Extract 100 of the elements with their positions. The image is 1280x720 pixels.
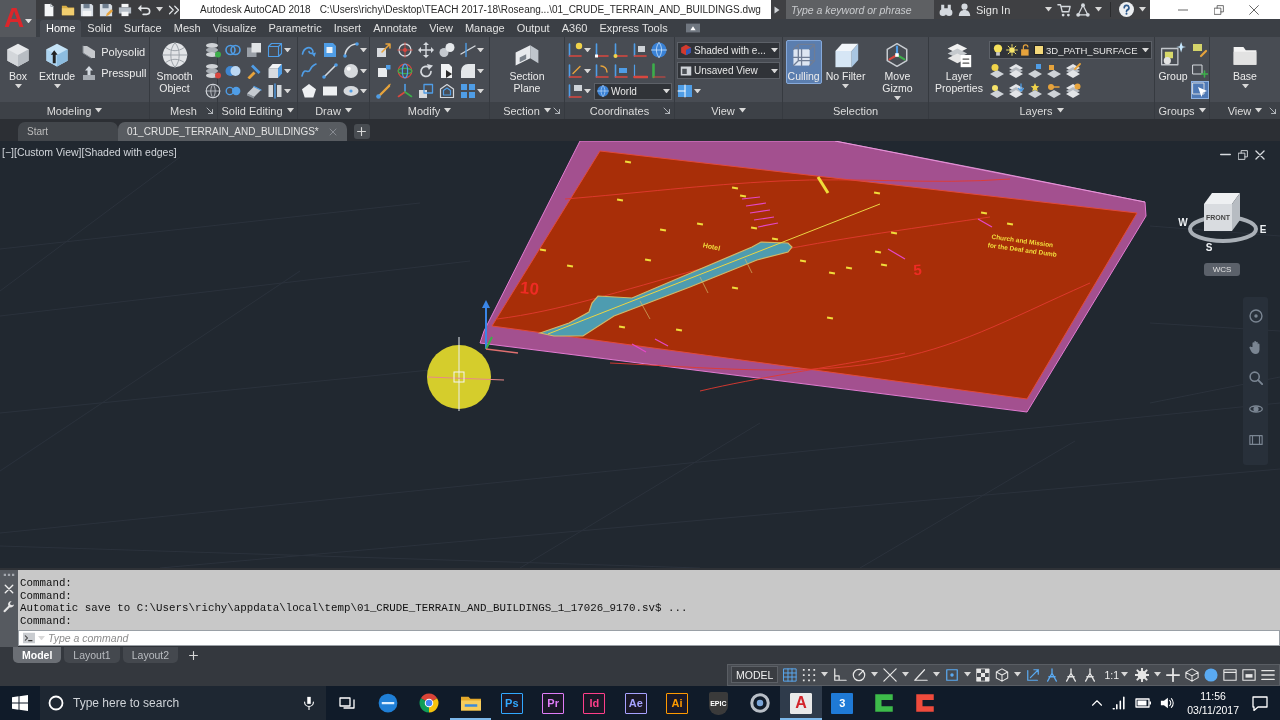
square-corner-icon[interactable] [375, 62, 392, 79]
caret-icon[interactable] [933, 672, 941, 677]
cube-outline-icon[interactable] [995, 667, 1010, 682]
taskbar-app-button[interactable]: Id [573, 686, 616, 720]
rotation-rings-icon[interactable] [396, 62, 413, 79]
visual-style-menu[interactable]: [Shaded with edges] [81, 146, 177, 158]
arc-icon[interactable] [342, 42, 359, 59]
floppy-pen-icon[interactable] [99, 2, 113, 17]
caret-icon[interactable] [584, 89, 591, 94]
right-angle-icon[interactable] [833, 667, 848, 682]
move-icon[interactable] [417, 42, 434, 59]
chevron-up-icon[interactable] [1091, 697, 1104, 709]
overlapping-squares-icon[interactable] [245, 42, 262, 59]
caret-icon[interactable] [283, 68, 291, 73]
scale-squares-icon[interactable] [417, 83, 434, 100]
diagonal-arrow-icon[interactable] [663, 106, 671, 115]
caret-icon[interactable] [359, 68, 367, 73]
caret-icon[interactable] [1014, 672, 1022, 677]
view-controls-menu[interactable]: [Custom View] [13, 146, 82, 158]
taskbar-app-button[interactable]: Pr [532, 686, 574, 720]
triangle-icon[interactable] [773, 5, 781, 14]
model-space-button[interactable]: MODEL [731, 666, 779, 683]
panel-title[interactable]: Modify [370, 102, 489, 119]
triangle-nodes-icon[interactable] [1076, 2, 1091, 17]
viewports-icon[interactable] [677, 83, 693, 100]
dropdown[interactable]: Unsaved View [677, 62, 780, 80]
checkerboard-icon[interactable] [976, 667, 991, 682]
axes-view-icon[interactable] [567, 83, 583, 100]
layer-square-icon[interactable] [1027, 62, 1043, 79]
taskbar-app-button[interactable]: Ae [615, 686, 657, 720]
crosshair-circle-icon[interactable] [396, 42, 413, 59]
ribbon-tab[interactable]: Surface [117, 20, 168, 37]
binoculars-icon[interactable] [939, 2, 953, 17]
plus-icon[interactable] [189, 650, 199, 660]
film-strip-icon[interactable] [1248, 433, 1263, 447]
ribbon-button[interactable]: Extrude [37, 40, 78, 91]
ribbon-button[interactable]: Smooth Object [146, 40, 203, 96]
layer-dropdown[interactable]: 3D_PATH_SURFACE [989, 41, 1152, 60]
caret-icon[interactable] [902, 672, 910, 677]
caret-icon[interactable] [871, 672, 879, 677]
axes-bulb-icon[interactable] [567, 42, 583, 59]
circle-icon[interactable] [342, 62, 359, 79]
prompt-icon[interactable] [23, 632, 35, 644]
box-face-icon[interactable] [266, 62, 283, 79]
house-outline-icon[interactable] [438, 83, 455, 100]
ribbon-button[interactable]: Box [3, 40, 33, 91]
taskbar-search-input[interactable]: Type here to search [73, 694, 293, 712]
caret-icon[interactable] [584, 68, 591, 73]
panel-title[interactable]: Coordinates [565, 102, 674, 119]
caret-icon[interactable] [1045, 7, 1053, 12]
file-tab[interactable]: 01_CRUDE_TERRAIN_AND_BUILDINGS* [118, 122, 347, 141]
speaker-icon[interactable] [1160, 696, 1175, 710]
dropdown[interactable]: World [594, 82, 672, 100]
compass-letter[interactable]: S [1205, 242, 1213, 252]
notification-icon[interactable] [1252, 695, 1268, 711]
caret-icon[interactable] [964, 672, 972, 677]
window-icon[interactable] [1223, 667, 1237, 682]
caret-icon[interactable] [584, 48, 591, 53]
caret-icon[interactable] [476, 68, 484, 73]
ribbon-tab[interactable]: Express Tools [593, 20, 674, 37]
layer-bulb-icon[interactable] [989, 62, 1005, 79]
panel-title[interactable]: Layers [929, 102, 1154, 119]
isometric-cube-icon[interactable] [1185, 667, 1199, 682]
rotate-icon[interactable] [417, 62, 434, 79]
brush-icon[interactable] [375, 83, 392, 100]
gear-icon[interactable] [1135, 667, 1149, 682]
search-field[interactable]: Type a keyword or phrase [786, 0, 934, 19]
globe-icon[interactable] [651, 42, 667, 59]
layer-pen-icon[interactable] [1065, 62, 1081, 79]
ribbon-button[interactable]: Base [1230, 40, 1260, 91]
ring-dot-icon[interactable] [1248, 309, 1263, 323]
ribbon-tab[interactable]: View [423, 20, 459, 37]
ribbon-tab[interactable]: Visualize [206, 20, 263, 37]
line-icon[interactable] [321, 62, 338, 79]
taskbar-app-button[interactable]: A [780, 686, 822, 720]
axes-square-icon[interactable] [594, 42, 610, 59]
close-icon[interactable] [1249, 4, 1259, 15]
diagonal-arrow-icon[interactable] [206, 106, 214, 115]
caret-icon[interactable] [359, 89, 367, 94]
ribbon-button[interactable]: Culling [785, 40, 822, 84]
crossed-lines-icon[interactable] [883, 667, 898, 682]
sign-in-link[interactable]: Sign In [976, 3, 1011, 16]
caret-icon[interactable] [821, 672, 829, 677]
axes-y-icon[interactable] [651, 62, 667, 79]
panel-title[interactable]: Selection [783, 102, 928, 119]
collapse-toggle-icon[interactable] [685, 21, 700, 35]
ribbon-tab[interactable]: Solid [81, 20, 118, 37]
caret-icon[interactable] [283, 89, 291, 94]
caret-icon[interactable] [694, 89, 701, 94]
ribbon-tab[interactable]: Manage [458, 20, 511, 37]
layer-sun-icon[interactable] [989, 83, 1005, 100]
taskbar-app-button[interactable]: 3 [821, 686, 863, 720]
caret-icon[interactable] [283, 48, 291, 53]
axes-arrow-icon[interactable] [567, 62, 583, 79]
axes-icon[interactable] [396, 83, 413, 100]
disc-icon[interactable] [1204, 667, 1218, 682]
rounded-corner-icon[interactable] [459, 62, 476, 79]
ribbon-button[interactable]: Group [1156, 40, 1190, 84]
wire-sphere-icon[interactable] [204, 83, 221, 100]
plus-icon[interactable] [1166, 667, 1180, 682]
